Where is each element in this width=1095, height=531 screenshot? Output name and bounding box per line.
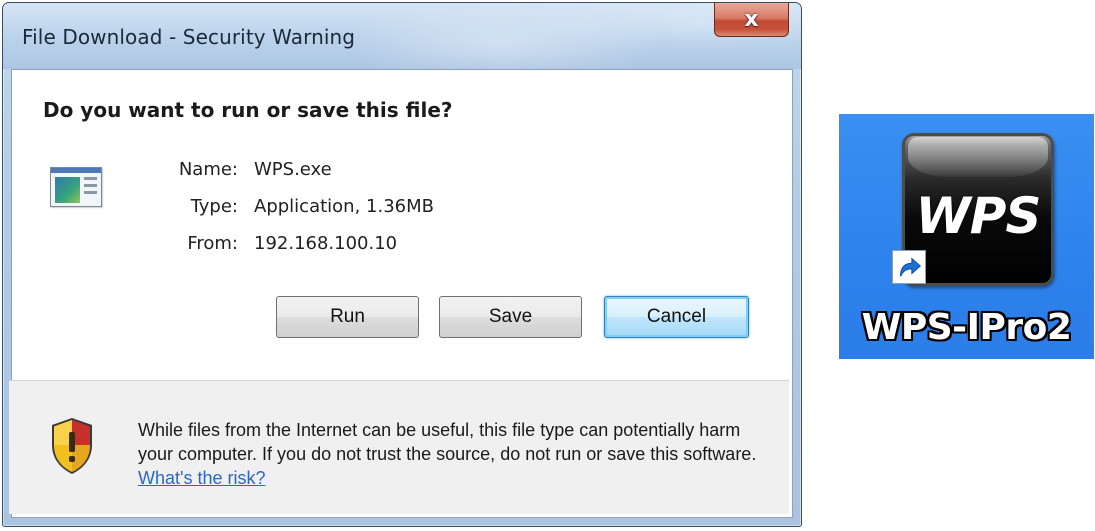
warning-message: While files from the Internet can be use… [138,418,778,490]
save-button[interactable]: Save [439,296,582,338]
close-icon: x [744,6,759,32]
run-button[interactable]: Run [276,296,419,338]
shortcut-label: WPS-IPro2 [861,307,1072,348]
type-value: Application, 1.36MB [254,196,434,217]
from-label: From: [187,233,238,254]
dialog-title: File Download - Security Warning [22,25,356,49]
wps-logo-text: WPS [915,187,1042,245]
shortcut-arrow-icon [892,250,926,284]
title-bar[interactable]: File Download - Security Warning x [3,3,801,69]
from-value: 192.168.100.10 [254,233,398,254]
cancel-button[interactable]: Cancel [604,296,749,338]
warning-text: While files from the Internet can be use… [138,420,757,464]
type-label: Type: [190,196,238,217]
whats-the-risk-link[interactable]: What's the risk? [138,468,265,488]
application-file-icon [50,167,102,207]
close-button[interactable]: x [714,3,789,37]
name-label: Name: [178,159,238,180]
security-shield-icon [52,418,92,474]
dialog-question: Do you want to run or save this file? [43,98,453,122]
wps-ipro2-desktop-shortcut[interactable]: WPS WPS-IPro2 [839,114,1094,359]
name-value: WPS.exe [254,159,332,180]
